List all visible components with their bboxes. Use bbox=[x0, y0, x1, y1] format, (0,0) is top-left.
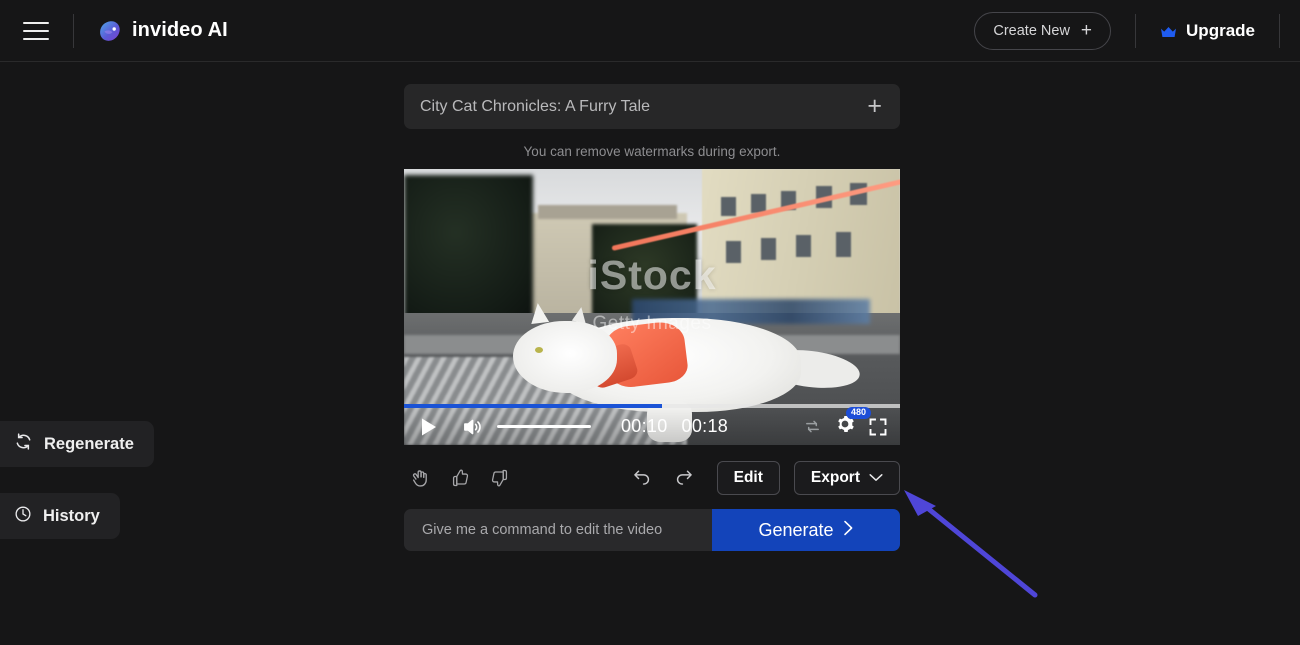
undo-redo-group bbox=[631, 467, 695, 489]
chevron-down-icon bbox=[869, 469, 883, 487]
duration-time: 00:18 bbox=[682, 416, 729, 437]
add-scene-plus-icon[interactable]: + bbox=[867, 94, 882, 119]
edit-label: Edit bbox=[734, 469, 763, 487]
thumbs-up-icon[interactable] bbox=[449, 467, 471, 489]
main-content: City Cat Chronicles: A Furry Tale + You … bbox=[404, 84, 900, 551]
undo-icon[interactable] bbox=[631, 467, 653, 489]
redo-icon[interactable] bbox=[673, 467, 695, 489]
quality-badge: 480 bbox=[846, 407, 871, 419]
header-divider-right bbox=[1279, 14, 1280, 48]
brand-logo-link[interactable]: invideo AI bbox=[98, 19, 228, 43]
clap-hand-icon[interactable] bbox=[408, 467, 431, 490]
thumbs-down-icon[interactable] bbox=[489, 467, 511, 489]
sidebar-item-history[interactable]: History bbox=[0, 493, 120, 539]
upgrade-label: Upgrade bbox=[1186, 21, 1255, 41]
feedback-group bbox=[408, 467, 511, 490]
play-icon[interactable] bbox=[416, 415, 440, 439]
volume-slider[interactable] bbox=[497, 425, 591, 428]
sidebar-item-label: History bbox=[43, 507, 100, 526]
fullscreen-icon[interactable] bbox=[868, 417, 888, 437]
prompt-row: Generate bbox=[404, 509, 900, 551]
stock-watermark-primary: iStock bbox=[404, 252, 900, 299]
video-player[interactable]: iStock Getty Images 00:10 00:18 bbox=[404, 169, 900, 445]
generate-button[interactable]: Generate bbox=[712, 509, 900, 551]
invideo-logo-icon bbox=[98, 19, 122, 43]
stock-watermark-secondary: Getty Images bbox=[404, 313, 900, 335]
refresh-icon bbox=[14, 432, 33, 456]
brand-name: invideo AI bbox=[132, 19, 228, 42]
export-button[interactable]: Export bbox=[794, 461, 900, 495]
app-header: invideo AI Create New + Upgrade bbox=[0, 0, 1300, 62]
hamburger-menu-icon[interactable] bbox=[23, 22, 49, 40]
loop-icon[interactable] bbox=[803, 417, 822, 436]
invideo-ai-app: invideo AI Create New + Upgrade bbox=[0, 0, 1300, 645]
action-row: Edit Export bbox=[404, 461, 900, 495]
create-new-label: Create New bbox=[993, 23, 1070, 39]
upgrade-button[interactable]: Upgrade bbox=[1160, 21, 1255, 41]
header-divider-middle bbox=[1135, 14, 1136, 48]
sidebar-item-regenerate[interactable]: Regenerate bbox=[0, 421, 154, 467]
player-controls-right: 480 bbox=[803, 414, 888, 439]
plus-icon: + bbox=[1081, 21, 1092, 40]
sidebar-item-label: Regenerate bbox=[44, 435, 134, 454]
command-input[interactable] bbox=[404, 509, 712, 551]
video-building-left-roof bbox=[538, 205, 677, 219]
generate-label: Generate bbox=[758, 520, 833, 541]
project-title-bar[interactable]: City Cat Chronicles: A Furry Tale + bbox=[404, 84, 900, 129]
export-label: Export bbox=[811, 469, 860, 487]
annotation-arrow bbox=[890, 480, 1050, 605]
crown-icon bbox=[1160, 25, 1177, 37]
header-divider-left bbox=[73, 14, 74, 48]
settings-quality-button[interactable]: 480 bbox=[835, 414, 855, 439]
watermark-note: You can remove watermarks during export. bbox=[404, 144, 900, 159]
chevron-right-icon bbox=[843, 520, 854, 541]
create-new-button[interactable]: Create New + bbox=[974, 12, 1111, 50]
volume-icon[interactable] bbox=[462, 417, 485, 437]
header-right-group: Create New + Upgrade bbox=[974, 12, 1300, 50]
clock-icon bbox=[14, 505, 32, 528]
project-title[interactable]: City Cat Chronicles: A Furry Tale bbox=[420, 98, 867, 116]
player-controls: 00:10 00:18 bbox=[404, 408, 900, 445]
edit-button[interactable]: Edit bbox=[717, 461, 780, 495]
current-time: 00:10 bbox=[621, 416, 668, 437]
